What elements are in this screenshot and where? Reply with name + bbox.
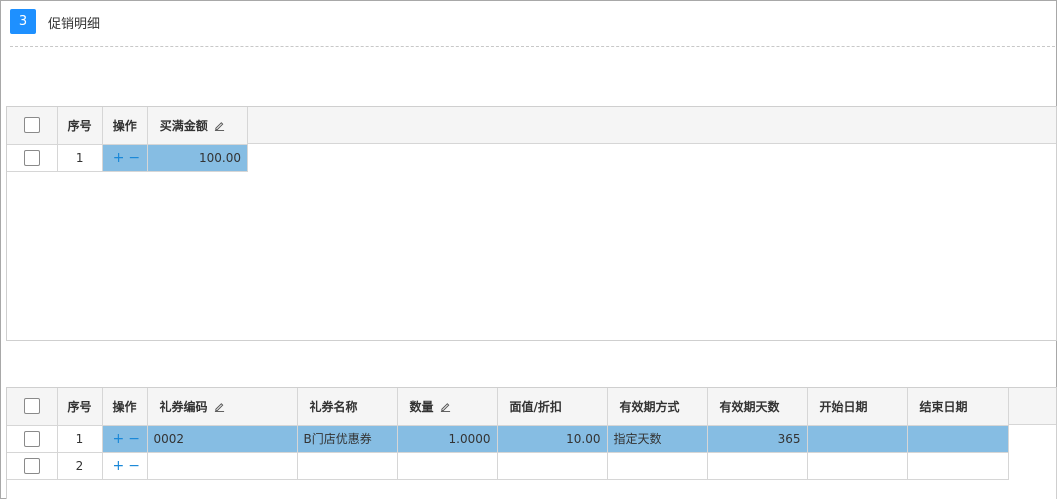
row-checkbox[interactable] xyxy=(23,430,40,447)
amount-cell[interactable]: 100.00 xyxy=(147,144,249,172)
row-op-cell: + − xyxy=(102,144,148,172)
select-all-checkbox[interactable] xyxy=(23,398,40,415)
end-date-cell[interactable] xyxy=(907,452,1009,480)
coupon-code-cell[interactable] xyxy=(147,452,298,480)
remove-row-icon[interactable]: − xyxy=(128,150,140,166)
validity-mode-cell[interactable]: 指定天数 xyxy=(607,425,708,453)
row-seq: 1 xyxy=(57,425,103,453)
col-end-date: 结束日期 xyxy=(907,388,1009,426)
select-all-checkbox[interactable] xyxy=(23,117,40,134)
amount-grid: 序号 操作 买满金额 1 + − 100.00 xyxy=(6,106,1057,341)
col-amount[interactable]: 买满金额 xyxy=(147,107,249,145)
remove-row-icon[interactable]: − xyxy=(128,458,140,474)
row-checkbox[interactable] xyxy=(23,149,40,166)
start-date-cell[interactable] xyxy=(807,452,908,480)
remove-row-icon[interactable]: − xyxy=(128,431,140,447)
row-checkbox[interactable] xyxy=(23,457,40,474)
row-checkbox-cell[interactable] xyxy=(7,452,58,480)
col-start-date: 开始日期 xyxy=(807,388,908,426)
col-qty[interactable]: 数量 xyxy=(397,388,498,426)
face-value-cell[interactable]: 10.00 xyxy=(497,425,608,453)
coupon-name-cell[interactable]: B门店优惠券 xyxy=(297,425,398,453)
validity-days-cell[interactable]: 365 xyxy=(707,425,808,453)
col-coupon-code[interactable]: 礼券编码 xyxy=(147,388,298,426)
step-badge: 3 xyxy=(10,9,36,34)
row-op-cell: + − xyxy=(102,425,148,453)
qty-cell[interactable]: 1.0000 xyxy=(397,425,498,453)
header-filler xyxy=(1007,388,1056,425)
add-row-icon[interactable]: + xyxy=(113,431,125,447)
header-filler xyxy=(247,107,1056,144)
row-seq: 1 xyxy=(57,144,103,172)
end-date-cell[interactable] xyxy=(907,425,1009,453)
col-seq: 序号 xyxy=(57,107,103,145)
face-value-cell[interactable] xyxy=(497,452,608,480)
edit-icon xyxy=(214,121,224,131)
col-amount-label: 买满金额 xyxy=(159,118,208,133)
row-seq: 2 xyxy=(57,452,103,480)
col-op: 操作 xyxy=(102,107,148,145)
row-op-cell: + − xyxy=(102,452,148,480)
validity-mode-cell[interactable] xyxy=(607,452,708,480)
col-seq: 序号 xyxy=(57,388,103,426)
add-row-icon[interactable]: + xyxy=(113,458,125,474)
section-title: 促销明细 xyxy=(48,17,101,32)
table-row[interactable]: 2 + − xyxy=(7,452,1009,480)
col-coupon-code-label: 礼券编码 xyxy=(159,399,208,414)
col-face-value: 面值/折扣 xyxy=(497,388,608,426)
row-checkbox-cell[interactable] xyxy=(7,144,58,172)
add-row-icon[interactable]: + xyxy=(113,150,125,166)
coupon-grid: 序号 操作 礼券编码 礼券名称 数量 面值/折扣 有效期方式 有效期天数 开始日… xyxy=(6,387,1057,499)
coupon-code-cell[interactable]: 0002 xyxy=(147,425,298,453)
table-row[interactable]: 1 + − 100.00 xyxy=(7,144,249,172)
select-all-checkbox-cell[interactable] xyxy=(7,388,58,426)
qty-cell[interactable] xyxy=(397,452,498,480)
divider xyxy=(10,46,1055,47)
edit-icon xyxy=(440,402,450,412)
select-all-checkbox-cell[interactable] xyxy=(7,107,58,145)
col-op: 操作 xyxy=(102,388,148,426)
col-qty-label: 数量 xyxy=(409,399,434,414)
col-validity-mode: 有效期方式 xyxy=(607,388,708,426)
validity-days-cell[interactable] xyxy=(707,452,808,480)
start-date-cell[interactable] xyxy=(807,425,908,453)
edit-icon xyxy=(214,402,224,412)
row-checkbox-cell[interactable] xyxy=(7,425,58,453)
coupon-name-cell[interactable] xyxy=(297,452,398,480)
col-coupon-name: 礼券名称 xyxy=(297,388,398,426)
table-row[interactable]: 1 + − 0002 B门店优惠券 1.0000 10.00 指定天数 365 xyxy=(7,425,1009,453)
col-validity-days: 有效期天数 xyxy=(707,388,808,426)
